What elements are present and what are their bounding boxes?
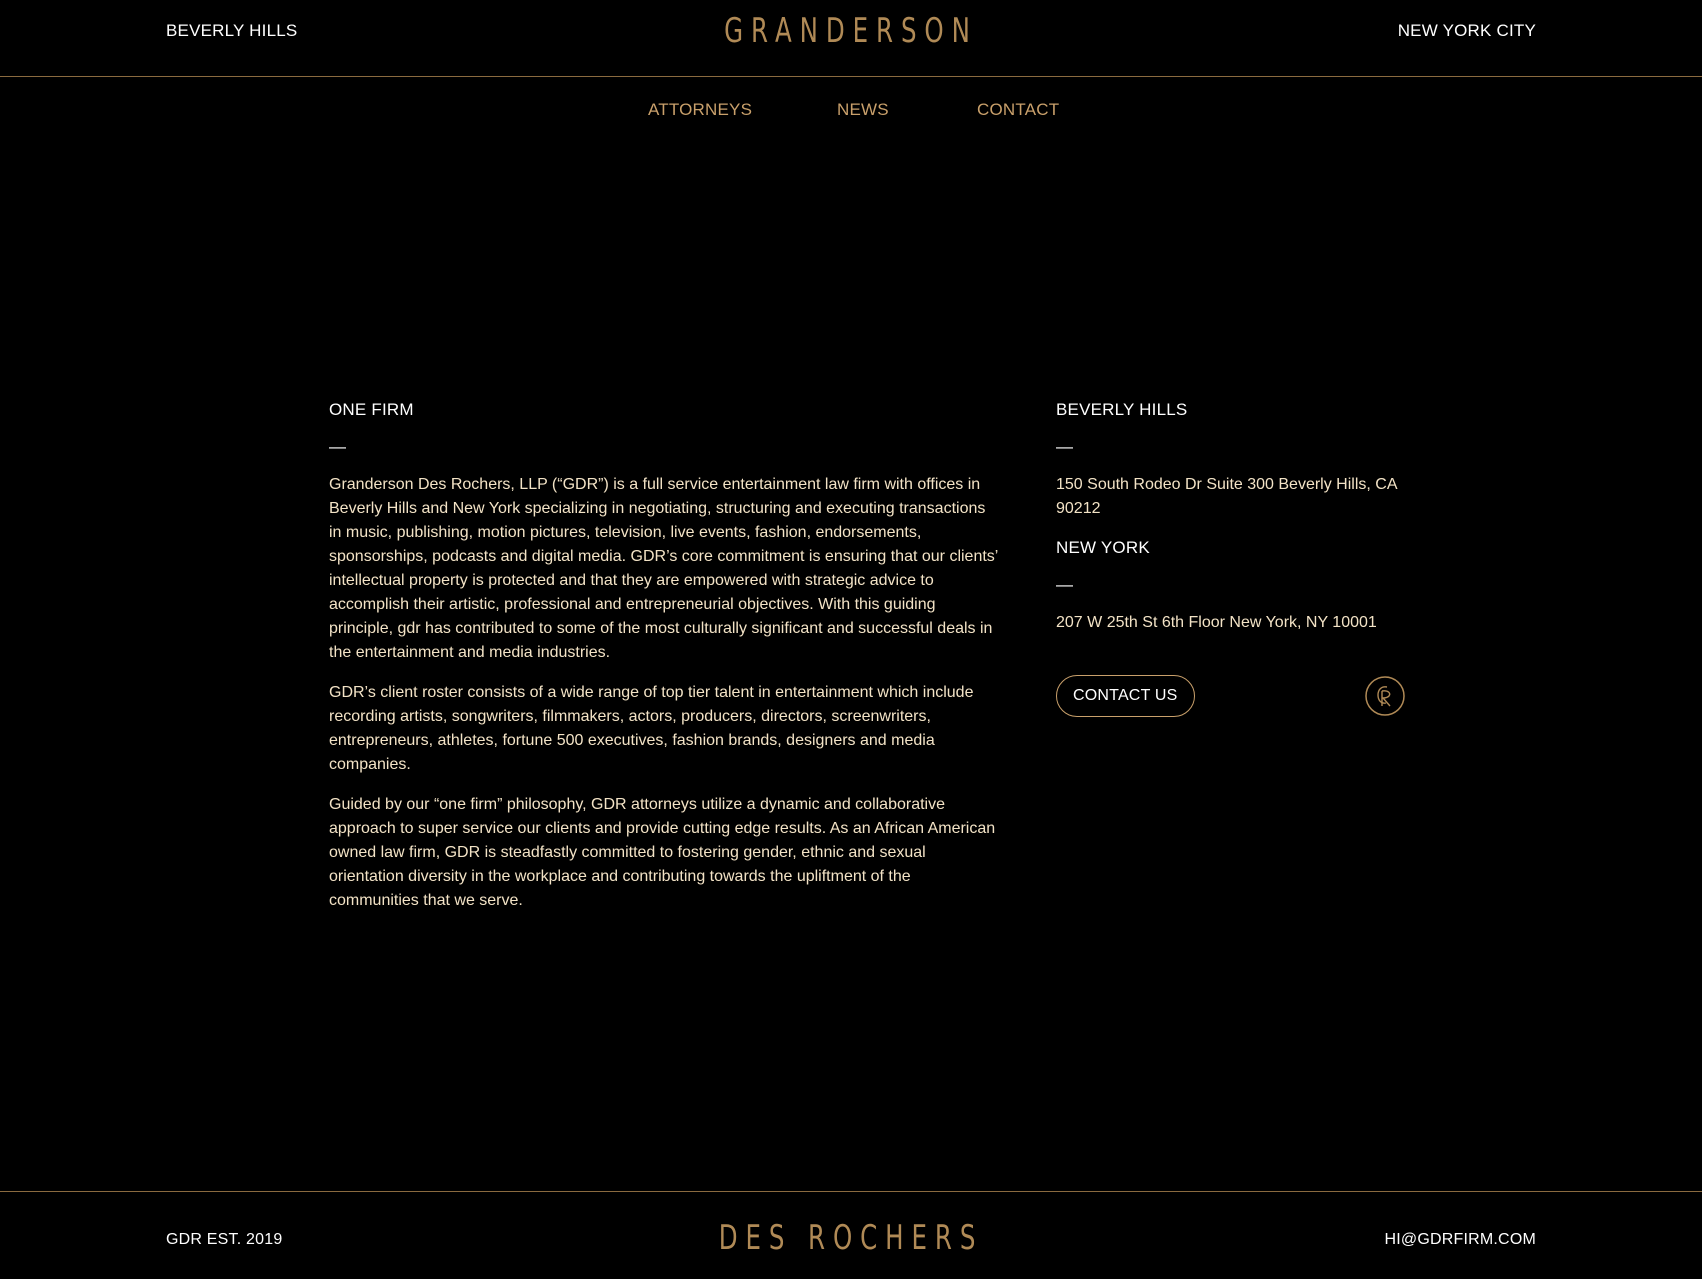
nav-item-contact[interactable]: CONTACT	[977, 100, 1059, 120]
office-divider: —	[1056, 575, 1073, 594]
about-heading: ONE FIRM	[329, 400, 414, 419]
office-heading-beverly-hills: BEVERLY HILLS	[1056, 400, 1188, 419]
about-paragraph: Guided by our “one firm” philosophy, GDR…	[329, 796, 996, 909]
about-divider: —	[329, 437, 346, 456]
nav-item-news[interactable]: NEWS	[837, 100, 889, 120]
contact-us-button[interactable]: CONTACT US	[1056, 675, 1195, 717]
office-address-beverly-hills: 150 South Rodeo Dr Suite 300 Beverly Hil…	[1056, 476, 1397, 517]
footer-email-link[interactable]: HI@GDRFIRM.COM	[1385, 1231, 1536, 1249]
offices-section: BEVERLY HILLS — 150 South Rodeo Dr Suite…	[1056, 399, 1416, 717]
nav-item-attorneys[interactable]: ATTORNEYS	[648, 100, 752, 120]
office-address-new-york: 207 W 25th St 6th Floor New York, NY 100…	[1056, 614, 1377, 631]
about-section: ONE FIRM — Granderson Des Rochers, LLP (…	[329, 399, 999, 913]
about-paragraph: Granderson Des Rochers, LLP (“GDR”) is a…	[329, 476, 998, 661]
granderson-logo[interactable]: GRANDERSON	[238, 11, 1463, 51]
office-divider: —	[1056, 437, 1073, 456]
gdr-monogram-icon[interactable]	[1365, 676, 1405, 716]
site-footer: GDR EST. 2019 DES ROCHERS HI@GDRFIRM.COM	[0, 1191, 1702, 1279]
site-header: BEVERLY HILLS GRANDERSON NEW YORK CITY	[0, 0, 1702, 77]
about-paragraph: GDR’s client roster consists of a wide r…	[329, 684, 974, 773]
des-rochers-logo[interactable]: DES ROCHERS	[238, 1218, 1463, 1258]
header-location-new-york[interactable]: NEW YORK CITY	[1398, 21, 1536, 41]
contact-actions: CONTACT US	[1056, 675, 1416, 717]
office-heading-new-york: NEW YORK	[1056, 538, 1150, 557]
